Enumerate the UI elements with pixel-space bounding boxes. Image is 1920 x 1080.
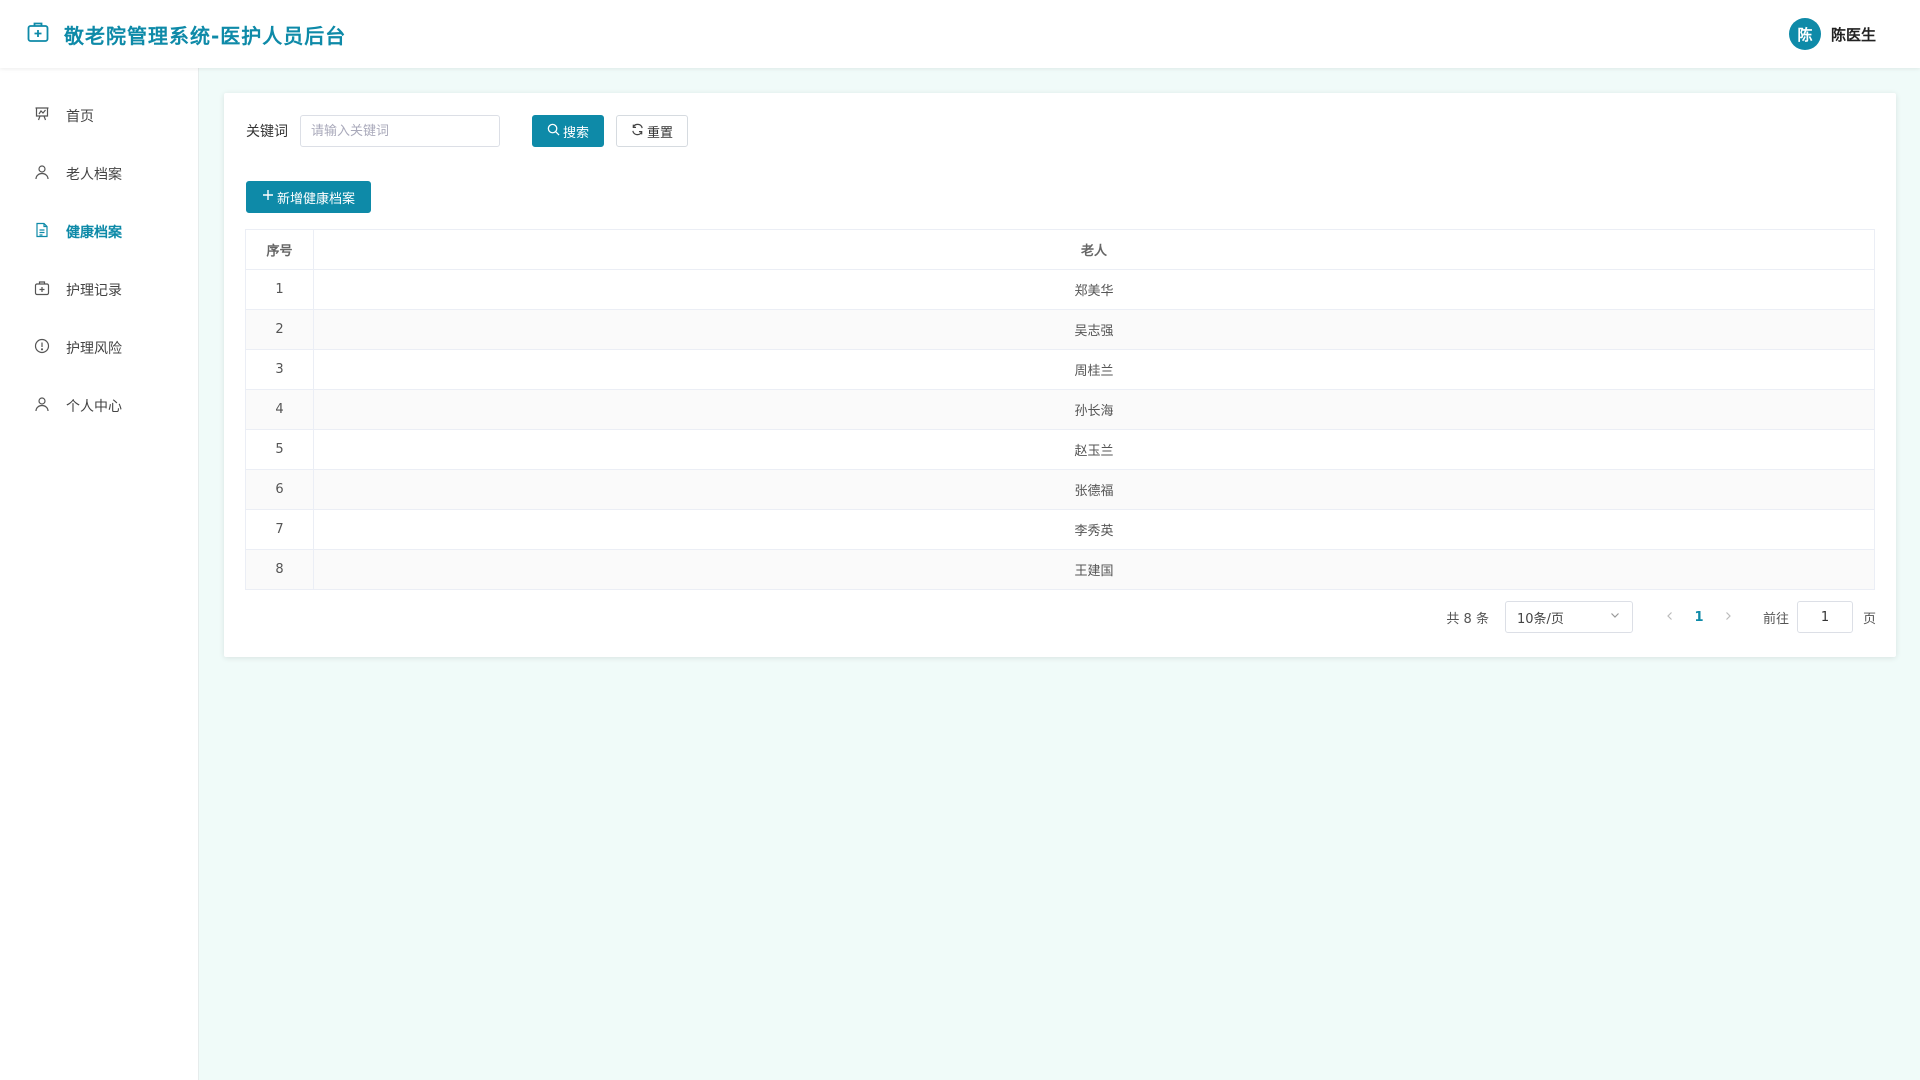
- table-row[interactable]: 7 李秀英: [245, 509, 1875, 550]
- page-size-select[interactable]: 10条/页: [1504, 601, 1633, 633]
- search-button-label: 搜索: [563, 125, 590, 141]
- user-menu[interactable]: 陈 陈医生: [1788, 18, 1876, 50]
- cell-no: 6: [245, 469, 314, 510]
- next-page-button[interactable]: [1713, 609, 1743, 625]
- chevron-right-icon: [1726, 612, 1731, 620]
- table-row[interactable]: 5 赵玉兰: [245, 429, 1875, 470]
- search-bar: 关键词 搜索 重置: [246, 115, 689, 147]
- page-number-current[interactable]: 1: [1685, 610, 1713, 625]
- cell-elder-name: 孙长海: [313, 389, 1875, 430]
- search-icon: [547, 123, 560, 140]
- page-size-value: 10条/页: [1516, 611, 1564, 627]
- user-icon: [34, 396, 50, 416]
- column-header-elder: 老人: [313, 229, 1875, 270]
- cell-no: 3: [245, 349, 314, 390]
- cell-no: 7: [245, 509, 314, 550]
- keyword-input[interactable]: [300, 115, 500, 147]
- sidebar-item-label: 护理风险: [66, 341, 122, 357]
- sidebar-item-label: 首页: [66, 109, 94, 125]
- document-icon: [34, 222, 50, 242]
- cell-elder-name: 王建国: [313, 549, 1875, 590]
- search-button[interactable]: 搜索: [532, 115, 605, 147]
- cell-no: 8: [245, 549, 314, 590]
- cell-elder-name: 郑美华: [313, 269, 1875, 310]
- top-header: 敬老院管理系统-医护人员后台 陈 陈医生: [0, 0, 1920, 68]
- pagination: 共 8 条 10条/页 1 前往 页: [1446, 601, 1876, 633]
- keyword-label: 关键词: [246, 124, 288, 140]
- table-row[interactable]: 6 张德福: [245, 469, 1875, 510]
- chevron-down-icon: [1609, 609, 1621, 625]
- sidebar-item-home[interactable]: 首页: [0, 87, 198, 145]
- table-header-row: 序号 老人: [245, 229, 1875, 270]
- cell-elder-name: 吴志强: [313, 309, 1875, 350]
- cell-no: 5: [245, 429, 314, 470]
- cell-no: 1: [245, 269, 314, 310]
- avatar[interactable]: 陈: [1788, 18, 1821, 50]
- cell-elder-name: 周桂兰: [313, 349, 1875, 390]
- table-row[interactable]: 1 郑美华: [245, 269, 1875, 310]
- table-row[interactable]: 3 周桂兰: [245, 349, 1875, 390]
- cell-elder-name: 赵玉兰: [313, 429, 1875, 470]
- username[interactable]: 陈医生: [1831, 24, 1876, 45]
- health-records-table: 序号 老人 1 郑美华 2 吴志强 3 周桂兰 4 孙长海 5 赵玉兰 6 张德…: [245, 229, 1875, 590]
- page-suffix: 页: [1862, 611, 1876, 627]
- add-health-record-button[interactable]: 新增健康档案: [246, 181, 372, 213]
- add-button-label: 新增健康档案: [277, 191, 356, 207]
- table-row[interactable]: 8 王建国: [245, 549, 1875, 590]
- table-row[interactable]: 4 孙长海: [245, 389, 1875, 430]
- cell-no: 2: [245, 309, 314, 350]
- sidebar-item-care-risk[interactable]: 护理风险: [0, 319, 198, 377]
- user-icon: [34, 164, 50, 184]
- app-title: 敬老院管理系统-医护人员后台: [64, 23, 347, 48]
- sidebar-item-label: 个人中心: [66, 399, 122, 415]
- refresh-icon: [631, 123, 644, 140]
- plus-icon: [262, 189, 274, 205]
- table-row[interactable]: 2 吴志强: [245, 309, 1875, 350]
- cell-elder-name: 李秀英: [313, 509, 1875, 550]
- brand: 敬老院管理系统-医护人员后台: [26, 20, 346, 49]
- presentation-chart-icon: [34, 106, 50, 126]
- goto-label: 前往: [1762, 611, 1789, 627]
- health-records-panel: 关键词 搜索 重置 新增健康档案: [224, 93, 1896, 657]
- total-count: 共 8 条: [1446, 611, 1489, 627]
- sidebar-item-label: 护理记录: [66, 283, 122, 299]
- sidebar-item-elder-records[interactable]: 老人档案: [0, 145, 198, 203]
- sidebar-item-label: 老人档案: [66, 167, 122, 183]
- sidebar-item-care-records[interactable]: 护理记录: [0, 261, 198, 319]
- first-aid-kit-icon: [34, 280, 50, 300]
- medical-kit-icon: [26, 20, 50, 48]
- column-header-no: 序号: [245, 229, 314, 270]
- reset-button-label: 重置: [647, 125, 674, 141]
- reset-button[interactable]: 重置: [616, 115, 689, 147]
- chevron-left-icon: [1667, 612, 1672, 620]
- sidebar-item-profile[interactable]: 个人中心: [0, 377, 198, 435]
- prev-page-button[interactable]: [1655, 609, 1685, 625]
- goto-page-input[interactable]: [1796, 601, 1853, 633]
- warning-circle-icon: [34, 338, 50, 358]
- cell-elder-name: 张德福: [313, 469, 1875, 510]
- sidebar-item-health-records[interactable]: 健康档案: [0, 203, 198, 261]
- sidebar-item-label: 健康档案: [66, 225, 122, 241]
- sidebar: 首页 老人档案 健康档案 护理记录 护理风险 个人中心: [0, 68, 199, 1080]
- cell-no: 4: [245, 389, 314, 430]
